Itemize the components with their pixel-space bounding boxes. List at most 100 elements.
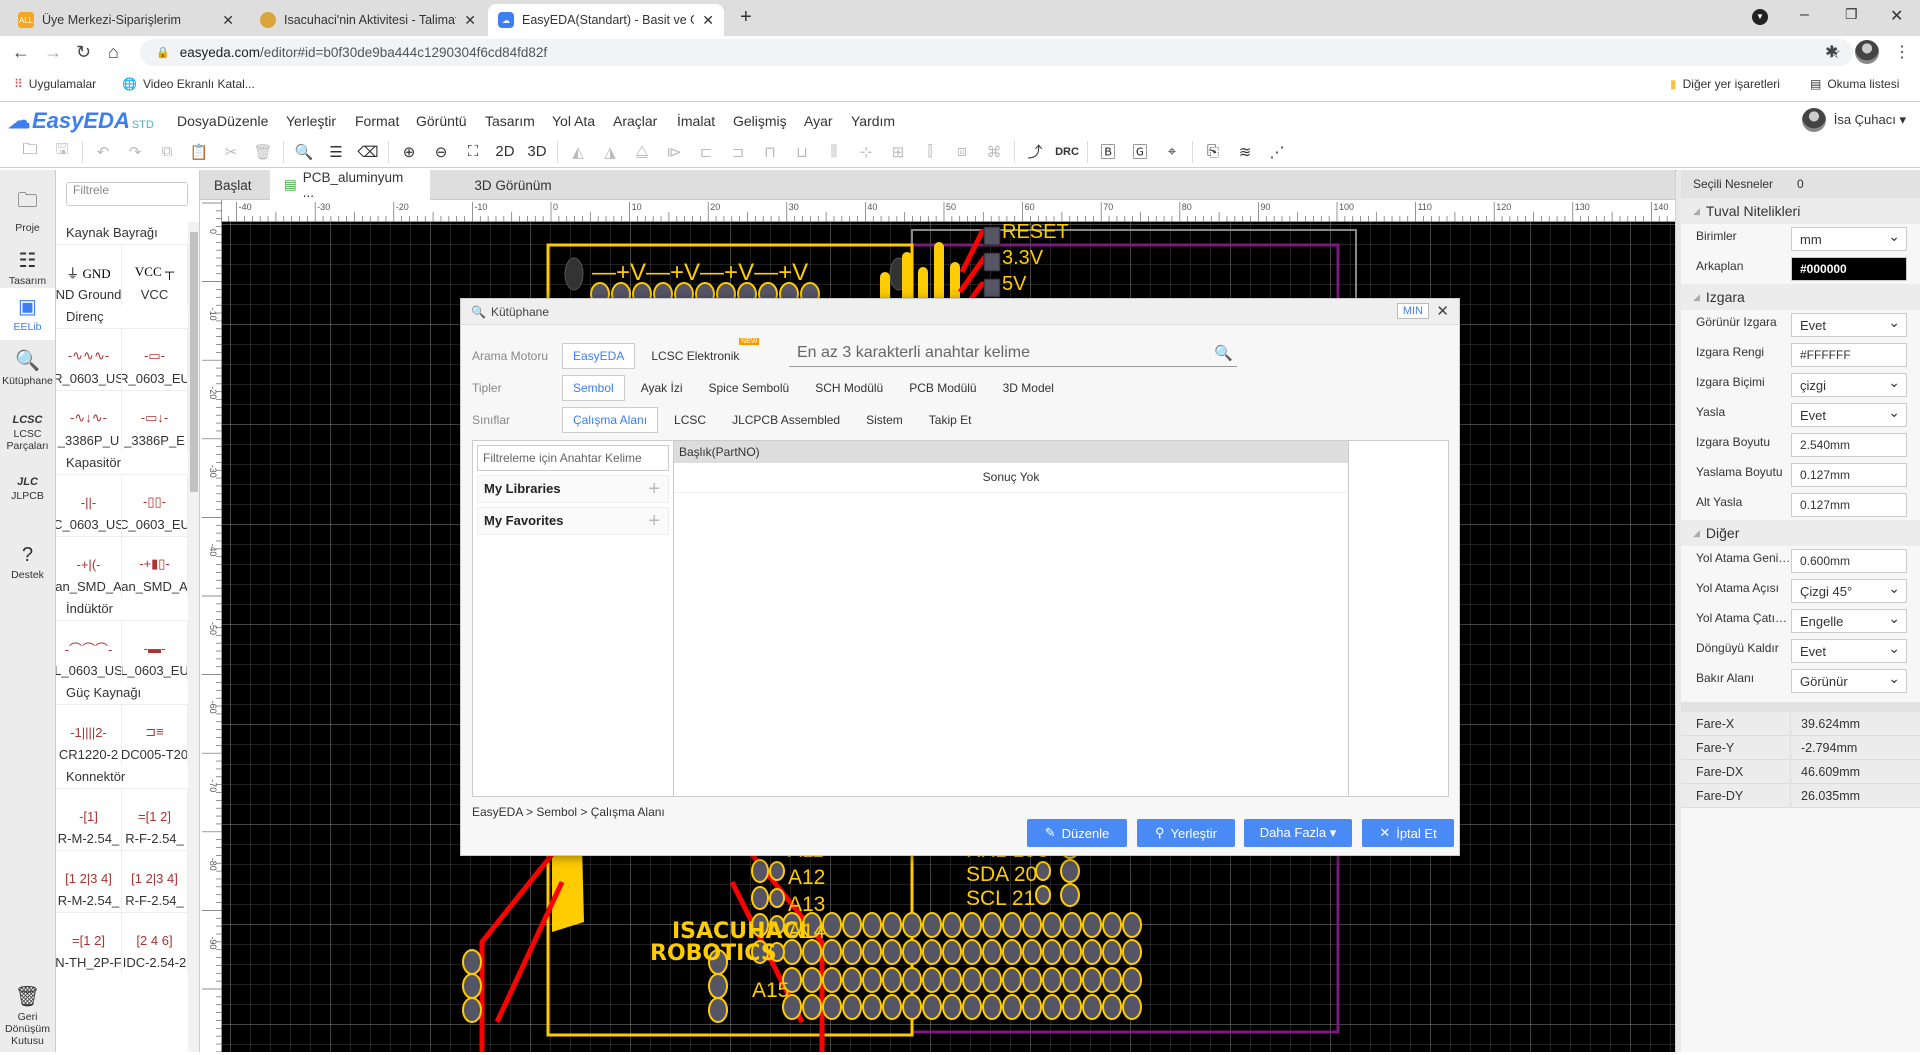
library-component[interactable]: -[1]R-M-2.54_	[56, 789, 122, 850]
align-icon[interactable]: ◮	[594, 143, 626, 161]
search-icon[interactable]: 🔍	[1214, 344, 1233, 362]
back-icon[interactable]: ←	[12, 42, 30, 63]
library-component[interactable]: =[1 2]R-F-2.54_	[122, 789, 188, 850]
route-icon[interactable]: ⤴	[1019, 141, 1051, 162]
extensions-icon[interactable]: ✱	[1825, 42, 1838, 62]
rail-library-search[interactable]: 🔍Kütüphane	[0, 342, 55, 393]
ungroup-icon[interactable]: ⌘	[978, 143, 1010, 161]
cancel-button[interactable]: ✕İptal Et	[1362, 819, 1454, 847]
section-header[interactable]: ◢Izgara	[1681, 284, 1920, 310]
property-select[interactable]: Evet⌄	[1791, 403, 1907, 427]
property-input[interactable]: 2.540mm	[1791, 433, 1907, 457]
property-select[interactable]: mm⌄	[1791, 227, 1907, 251]
my-favorites[interactable]: My Favorites+	[477, 507, 669, 535]
open-icon[interactable]: 🗀	[14, 139, 46, 164]
pick-place-icon[interactable]: ⌖	[1156, 143, 1188, 160]
browser-tab[interactable]: Isacuhaci'nin Aktivitesi - Talimatlar ✕	[250, 4, 486, 36]
library-component[interactable]: -⌒⌒⌒-L_0603_US	[56, 621, 122, 682]
class-option[interactable]: Çalışma Alanı	[562, 407, 658, 433]
search-icon[interactable]: 🔍	[288, 143, 320, 161]
distribute-icon[interactable]: ⊞	[882, 143, 914, 161]
delete-icon[interactable]: 🗑	[247, 143, 279, 161]
class-option[interactable]: LCSC	[664, 408, 716, 432]
collapse-triangle-icon[interactable]: ◢	[1693, 292, 1700, 303]
library-component[interactable]: -+▮▯-an_SMD_A	[122, 537, 188, 598]
rail-chip[interactable]: ▣EELib	[0, 288, 55, 340]
save-icon[interactable]: 🖫	[46, 139, 78, 164]
menu-1[interactable]: Düzenle	[217, 113, 268, 129]
library-component[interactable]: -1||||2-CR1220-2	[56, 705, 122, 766]
collapse-triangle-icon[interactable]: ◢	[1693, 206, 1700, 217]
library-component[interactable]: -∿↓∿-_3386P_U	[56, 391, 122, 452]
align-left-icon[interactable]: ⊏	[690, 143, 722, 161]
new-tab-icon[interactable]: +	[740, 6, 752, 29]
property-select[interactable]: Engelle⌄	[1791, 609, 1907, 633]
redo-icon[interactable]: ↷	[119, 143, 151, 161]
library-component[interactable]: [1 2|3 4]R-M-2.54_	[56, 851, 122, 912]
view-3d[interactable]: 3D	[521, 143, 553, 160]
cut-icon[interactable]: ✂	[215, 143, 247, 161]
browser-tab[interactable]: ALL Üye Merkezi-Siparişlerim ✕	[8, 4, 244, 36]
rail-help[interactable]: ?Destek	[0, 538, 55, 587]
library-component[interactable]: -▯▯-C_0603_EU	[122, 475, 188, 536]
property-select[interactable]: Görünür⌄	[1791, 669, 1907, 693]
library-scrollbar[interactable]	[188, 222, 200, 1052]
layers-icon[interactable]: ≋	[1229, 143, 1261, 161]
type-option[interactable]: SCH Modülü	[805, 376, 893, 400]
scrollbar-thumb[interactable]	[190, 232, 198, 492]
reading-list[interactable]: ▤Okuma listesi	[1810, 77, 1899, 91]
property-input[interactable]: #000000	[1791, 257, 1907, 281]
property-select[interactable]: Çizgi 45°⌄	[1791, 579, 1907, 603]
menu-9[interactable]: Gelişmiş	[733, 113, 787, 129]
library-component[interactable]: -||-C_0603_US	[56, 475, 122, 536]
profile-menu-icon[interactable]: ▼	[1752, 9, 1768, 25]
user-menu[interactable]: İsa Çuhacı ▾	[1802, 108, 1906, 132]
tab-pcb[interactable]: ▤PCB_aluminyum ...	[270, 170, 430, 200]
edit-button[interactable]: ✎Düzenle	[1027, 819, 1127, 847]
gerber-icon[interactable]: 🄶	[1124, 141, 1156, 162]
close-tab-icon[interactable]: ✕	[702, 12, 714, 29]
library-component[interactable]: -∿∿∿-R_0603_US	[56, 329, 122, 390]
engine-lcsc[interactable]: LCSC ElektronikNEW	[641, 344, 749, 368]
library-filter-input[interactable]: Filtrele	[66, 182, 188, 206]
drc-icon[interactable]: DRC	[1051, 146, 1083, 158]
home-icon[interactable]: ⌂	[108, 42, 119, 63]
my-libraries[interactable]: My Libraries+	[477, 475, 669, 503]
close-window-icon[interactable]: ✕	[1890, 6, 1903, 26]
library-component[interactable]: ⊐≡DC005-T20	[122, 705, 188, 766]
eraser-icon[interactable]: ⌫	[352, 143, 384, 161]
type-option[interactable]: Spice Sembolü	[698, 376, 799, 400]
type-option[interactable]: PCB Modülü	[899, 376, 986, 400]
reload-icon[interactable]: ↻	[76, 42, 91, 63]
undo-icon[interactable]: ↶	[87, 143, 119, 161]
minimize-button[interactable]: MIN	[1397, 303, 1429, 319]
forward-icon[interactable]: →	[44, 42, 62, 63]
close-icon[interactable]: ✕	[1436, 302, 1449, 320]
menu-6[interactable]: Yol Ata	[552, 113, 595, 129]
class-option[interactable]: JLCPCB Assembled	[722, 408, 850, 432]
find-icon[interactable]: ☰	[320, 143, 352, 161]
fit-icon[interactable]: ⛶	[457, 143, 489, 160]
copy-icon[interactable]: ⧉	[151, 143, 183, 160]
distribute-icon[interactable]: ⫿	[914, 143, 946, 160]
collapse-triangle-icon[interactable]: ◢	[1693, 528, 1700, 539]
rail-trash[interactable]: 🗑Geri Dönüşüm Kutusu	[0, 978, 55, 1053]
type-option[interactable]: Ayak İzi	[631, 376, 693, 400]
flip-icon[interactable]: ⧐	[658, 143, 690, 161]
rail-lcsc[interactable]: LCSCLCSC Parçaları	[0, 408, 55, 458]
import-icon[interactable]: ⎘	[1197, 143, 1229, 160]
property-input[interactable]: 0.127mm	[1791, 463, 1907, 487]
library-component[interactable]: ⏚ GNDND Ground	[56, 245, 122, 306]
flip-icon[interactable]: ⧋	[626, 143, 658, 160]
keyword-search-input[interactable]: En az 3 karakterli anahtar kelime🔍	[789, 339, 1237, 367]
property-input[interactable]: #FFFFFF	[1791, 343, 1907, 367]
section-header[interactable]: ◢Diğer	[1681, 520, 1920, 546]
property-select[interactable]: çizgi⌄	[1791, 373, 1907, 397]
profile-avatar[interactable]	[1855, 40, 1879, 64]
menu-10[interactable]: Ayar	[804, 113, 833, 129]
dialog-titlebar[interactable]: 🔍Kütüphane	[461, 299, 1459, 325]
rail-jlc[interactable]: JLCJLPCB	[0, 470, 55, 508]
library-component[interactable]: [1 2|3 4]R-F-2.54_	[122, 851, 188, 912]
library-component[interactable]: -▭-R_0603_EU	[122, 329, 188, 390]
rail-folder[interactable]: 🗀Proje	[0, 180, 55, 240]
